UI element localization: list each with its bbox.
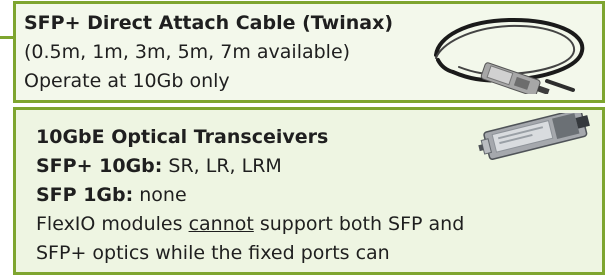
optical-transceivers-text: 10GbE Optical Transceivers SFP+ 10Gb: SR… bbox=[36, 123, 464, 268]
optical-transceiver-icon bbox=[472, 108, 594, 171]
left-connector-line bbox=[0, 36, 14, 39]
sfp-plus-support-line: SFP+ 10Gb: SR, LR, LRM bbox=[36, 152, 464, 181]
sfp-plus-label: SFP+ 10Gb: bbox=[36, 155, 163, 177]
direct-attach-cable-panel: SFP+ Direct Attach Cable (Twinax) (0.5m,… bbox=[13, 1, 605, 103]
sfp-label: SFP 1Gb: bbox=[36, 184, 134, 206]
flexio-underlined-word: cannot bbox=[188, 213, 254, 235]
flexio-support-line: FlexIO modules cannot support both SFP a… bbox=[36, 210, 464, 239]
flexio-prefix: FlexIO modules bbox=[36, 213, 189, 235]
direct-attach-lengths: (0.5m, 1m, 3m, 5m, 7m available) bbox=[24, 41, 351, 63]
sfp-value: none bbox=[133, 184, 187, 206]
flexio-suffix: support both SFP and bbox=[253, 213, 465, 235]
sfp-plus-value: SR, LR, LRM bbox=[162, 155, 282, 177]
direct-attach-speed-note: Operate at 10Gb only bbox=[24, 70, 230, 92]
sfp-support-line: SFP 1Gb: none bbox=[36, 181, 464, 210]
fixed-ports-line: SFP+ optics while the fixed ports can bbox=[36, 242, 390, 264]
direct-attach-text: SFP+ Direct Attach Cable (Twinax) (0.5m,… bbox=[24, 9, 393, 96]
optical-transceivers-panel: 10GbE Optical Transceivers SFP+ 10Gb: SR… bbox=[13, 107, 605, 275]
direct-attach-title: SFP+ Direct Attach Cable (Twinax) bbox=[24, 12, 394, 34]
sfp-direct-attach-cable-icon bbox=[426, 12, 592, 97]
optical-transceivers-title: 10GbE Optical Transceivers bbox=[36, 126, 329, 148]
